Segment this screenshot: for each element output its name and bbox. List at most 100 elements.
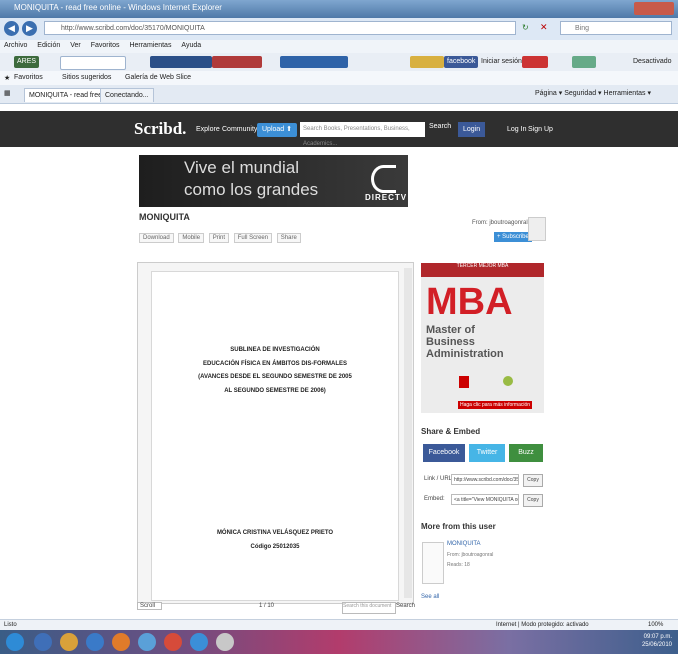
scribd-search-button[interactable]: Search [429, 123, 451, 130]
window-title: MONIQUITA - read free online - Windows I… [14, 3, 222, 12]
document-search-input[interactable]: Search this document [342, 602, 396, 614]
toolbar-widget-1[interactable] [150, 56, 212, 68]
desactivado-button[interactable]: Desactivado [630, 56, 675, 68]
directv-logo-icon [371, 165, 396, 193]
menu-archivo[interactable]: Archivo [4, 42, 27, 49]
ares-search-field[interactable] [60, 56, 126, 70]
menu-ayuda[interactable]: Ayuda [181, 42, 201, 49]
security-zone[interactable]: Internet | Modo protegido: activado [496, 622, 589, 628]
command-bar[interactable]: Página ▾ Seguridad ▾ Herramientas ▾ [535, 89, 651, 97]
window-title-bar: MONIQUITA - read free online - Windows I… [0, 0, 678, 18]
menu-herramientas[interactable]: Herramientas [129, 42, 171, 49]
menu-bar: Archivo Edición Ver Favoritos Herramient… [0, 40, 678, 53]
address-bar: ◀ ▶ http://www.scribd.com/doc/35170/MONI… [0, 18, 678, 41]
signup-link[interactable]: Sign Up [528, 126, 553, 133]
scribd-search-input[interactable]: Search Books, Presentations, Business, A… [300, 122, 425, 147]
link-url-label: Link / URL: [424, 476, 454, 482]
login-link[interactable]: Log In [507, 126, 526, 133]
subscribe-button[interactable]: + Subscribe [494, 232, 532, 242]
browser-search-input[interactable]: Bing [560, 21, 672, 35]
copy-link-button[interactable]: Copy [523, 474, 543, 487]
community-link[interactable]: Community [222, 126, 257, 133]
suggested-sites-link[interactable]: Sitios sugeridos [62, 74, 111, 81]
media-taskbar-icon[interactable] [86, 633, 104, 651]
system-clock[interactable]: 09:07 p.m. 25/06/2010 [642, 633, 672, 649]
paint-taskbar-icon[interactable] [216, 633, 234, 651]
browser-tab-bar: ▦ MONIQUITA - read free ... Conectando..… [0, 85, 678, 104]
refresh-icon[interactable]: ↻ [522, 23, 529, 32]
word-taskbar-icon[interactable] [190, 633, 208, 651]
mba-heading: MBA [426, 281, 513, 323]
window-controls[interactable] [634, 2, 674, 15]
see-all-link[interactable]: See all [421, 594, 439, 600]
iniciar-sesion-link[interactable]: Iniciar sesión [478, 56, 525, 68]
explorer-taskbar-icon[interactable] [60, 633, 78, 651]
mba-ad[interactable]: TERCER MEJOR MBA MBA Master of Business … [421, 263, 544, 413]
app-taskbar-icon-3[interactable] [164, 633, 182, 651]
toolbar-widget-4[interactable] [410, 56, 444, 68]
document-author[interactable]: From: jboutroagonral [472, 220, 528, 226]
menu-edicion[interactable]: Edición [37, 42, 60, 49]
download-button[interactable]: Download [139, 233, 174, 243]
directv-ad-banner[interactable]: Vive el mundial como los grandes DIRECTV [139, 155, 408, 207]
stop-icon[interactable]: ✕ [540, 22, 548, 33]
url-input[interactable]: http://www.scribd.com/doc/35170/MONIQUIT… [44, 21, 516, 35]
menu-ver[interactable]: Ver [70, 42, 81, 49]
viewer-scrollbar[interactable] [404, 268, 412, 598]
mba-ad-cta[interactable]: Haga clic para más información [458, 401, 533, 409]
scribd-logo[interactable]: Scribd. [134, 119, 186, 139]
user-doc-thumbnail[interactable] [422, 542, 444, 584]
share-heading: Share & Embed [421, 427, 481, 436]
view-mode-select[interactable]: Scroll [137, 602, 163, 610]
quick-tabs-icon[interactable]: ▦ [4, 89, 11, 97]
web-slice-gallery-link[interactable]: Galería de Web Slice [125, 74, 191, 81]
more-from-user-heading: More from this user [421, 522, 496, 531]
author-avatar[interactable] [528, 217, 546, 241]
doc-line-2: EDUCACIÓN FÍSICA EN ÁMBITOS DIS-FORMALES [202, 361, 347, 367]
facebook-toolbar-button[interactable]: facebook [444, 56, 479, 68]
upload-button[interactable]: Upload ⬆ [257, 123, 297, 137]
tab-conectando[interactable]: Conectando... [100, 88, 154, 102]
clock-date: 25/06/2010 [641, 642, 672, 648]
print-button[interactable]: Print [208, 233, 230, 243]
favorites-star-icon[interactable]: ★ [4, 74, 10, 82]
facebook-share-button[interactable]: Facebook [423, 444, 465, 462]
doc-code: Código 25012035 [250, 544, 300, 550]
page-counter[interactable]: 1 / 10 [259, 603, 274, 609]
explore-link[interactable]: Explore [196, 126, 220, 133]
zoom-level[interactable]: 100% [648, 622, 663, 628]
twitter-share-button[interactable]: Twitter [469, 444, 505, 462]
start-button-icon[interactable] [6, 633, 24, 651]
copy-embed-button[interactable]: Copy [523, 494, 543, 507]
link-url-field[interactable]: http://www.scribd.com/doc/35137 [451, 474, 519, 485]
mba-ad-top: TERCER MEJOR MBA [421, 263, 544, 277]
document-title: MONIQUITA [139, 212, 190, 222]
youtube-icon[interactable] [522, 56, 548, 68]
app-taskbar-icon-2[interactable] [138, 633, 156, 651]
viewer-toolbar: Scroll 1 / 10 Search this document Searc… [137, 602, 415, 614]
doc-line-1: SUBLINEA DE INVESTIGACIÓN [230, 347, 320, 353]
embed-field[interactable]: <a title="View MONIQUITA on Scrib [451, 494, 519, 505]
back-icon[interactable]: ◀ [4, 21, 19, 36]
fullscreen-button[interactable]: Full Screen [233, 233, 273, 243]
forward-icon[interactable]: ▶ [22, 21, 37, 36]
share-button[interactable]: Share [276, 233, 301, 243]
doc-line-4: AL SEGUNDO SEMESTRE DE 2006) [224, 388, 326, 394]
ie-taskbar-icon[interactable] [34, 633, 52, 651]
toolbar-widget-3[interactable] [280, 56, 348, 68]
menu-favoritos[interactable]: Favoritos [91, 42, 120, 49]
user-doc-from[interactable]: From: jboutroagonral [447, 552, 493, 558]
link-url-row: Link / URL: http://www.scribd.com/doc/35… [421, 473, 544, 487]
user-doc-title[interactable]: MONIQUITA [447, 541, 481, 547]
toolbar-widget-5[interactable] [572, 56, 596, 68]
facebook-login-button[interactable]: Login [458, 122, 486, 137]
doc-author: MÓNICA CRISTINA VELÁSQUEZ PRIETO [216, 530, 334, 536]
document-search-button[interactable]: Search [396, 603, 415, 609]
mobile-button[interactable]: Mobile [178, 233, 205, 243]
ares-toolbar-button[interactable]: ARES [14, 56, 40, 68]
doc-line-3: (AVANCES DESDE EL SEGUNDO SEMESTRE DE 20… [198, 374, 352, 380]
favorites-button[interactable]: Favoritos [14, 74, 43, 81]
buzz-share-button[interactable]: Buzz [509, 444, 543, 462]
toolbar-widget-2[interactable] [212, 56, 262, 68]
app-taskbar-icon-1[interactable] [112, 633, 130, 651]
